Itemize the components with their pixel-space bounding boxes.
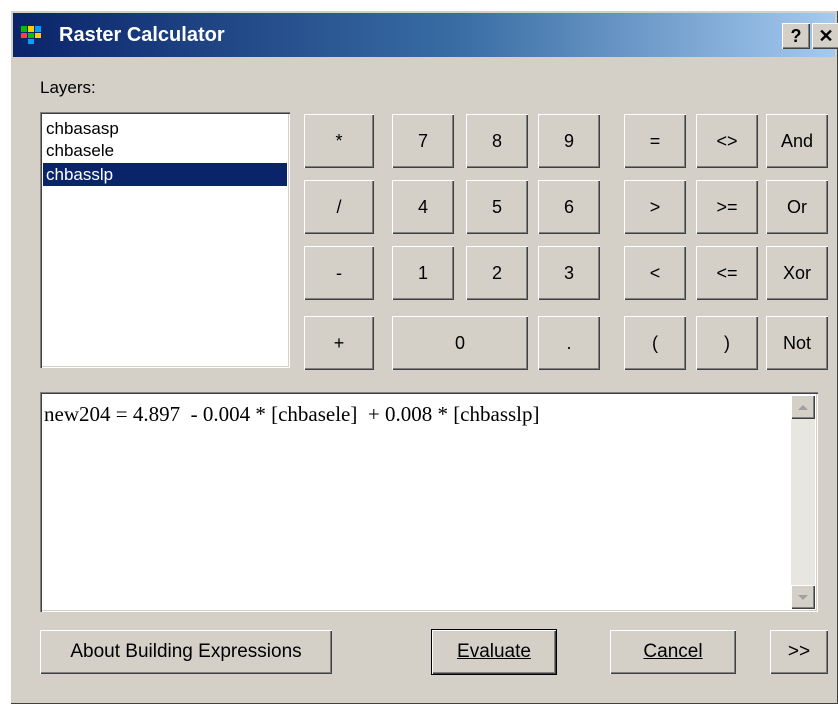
title-bar[interactable]: Raster Calculator ? ✕ <box>13 13 838 57</box>
digit-4-button[interactable]: 4 <box>392 180 454 234</box>
about-building-expressions-button[interactable]: About Building Expressions <box>40 630 332 674</box>
less-than-button[interactable]: < <box>624 246 686 300</box>
close-paren-button[interactable]: ) <box>696 316 758 370</box>
not-equal-button[interactable]: <> <box>696 114 758 168</box>
minus-button[interactable]: - <box>304 246 374 300</box>
equals-button[interactable]: = <box>624 114 686 168</box>
layer-item-chbasele[interactable]: chbasele <box>43 139 287 162</box>
divide-button[interactable]: / <box>304 180 374 234</box>
digit-2-button[interactable]: 2 <box>466 246 528 300</box>
cancel-button[interactable]: Cancel <box>610 630 736 674</box>
greater-than-button[interactable]: > <box>624 180 686 234</box>
multiply-button[interactable]: * <box>304 114 374 168</box>
expression-text: new204 = 4.897 - 0.004 * [chbasele] + 0.… <box>44 402 540 426</box>
raster-calculator-dialog: Raster Calculator ? ✕ Layers: chbasasp c… <box>10 10 838 704</box>
open-paren-button[interactable]: ( <box>624 316 686 370</box>
layers-label: Layers: <box>40 78 96 97</box>
scroll-down-icon[interactable] <box>791 585 815 609</box>
digit-1-button[interactable]: 1 <box>392 246 454 300</box>
digit-8-button[interactable]: 8 <box>466 114 528 168</box>
layers-listbox[interactable]: chbasasp chbasele chbasslp <box>40 112 290 368</box>
and-button[interactable]: And <box>766 114 828 168</box>
expression-scrollbar[interactable] <box>791 395 815 609</box>
digit-3-button[interactable]: 3 <box>538 246 600 300</box>
window-title: Raster Calculator <box>59 24 225 46</box>
expression-textbox[interactable]: new204 = 4.897 - 0.004 * [chbasele] + 0.… <box>40 392 818 612</box>
not-button[interactable]: Not <box>766 316 828 370</box>
digit-9-button[interactable]: 9 <box>538 114 600 168</box>
less-equal-button[interactable]: <= <box>696 246 758 300</box>
digit-7-button[interactable]: 7 <box>392 114 454 168</box>
expand-options-button[interactable]: >> <box>770 630 828 674</box>
layer-item-chbasslp[interactable]: chbasslp <box>43 163 287 186</box>
digit-0-button[interactable]: 0 <box>392 316 528 370</box>
xor-button[interactable]: Xor <box>766 246 828 300</box>
digit-6-button[interactable]: 6 <box>538 180 600 234</box>
digit-5-button[interactable]: 5 <box>466 180 528 234</box>
evaluate-button[interactable]: Evaluate <box>432 630 556 674</box>
calculator-app-icon <box>21 26 41 44</box>
layer-item-chbasasp[interactable]: chbasasp <box>43 117 287 140</box>
decimal-point-button[interactable]: . <box>538 316 600 370</box>
close-button[interactable]: ✕ <box>812 23 838 49</box>
plus-button[interactable]: + <box>304 316 374 370</box>
help-button[interactable]: ? <box>782 23 810 49</box>
greater-equal-button[interactable]: >= <box>696 180 758 234</box>
scroll-up-icon[interactable] <box>791 395 815 419</box>
cancel-label: Cancel <box>643 641 703 662</box>
evaluate-label: Evaluate <box>457 641 531 662</box>
or-button[interactable]: Or <box>766 180 828 234</box>
